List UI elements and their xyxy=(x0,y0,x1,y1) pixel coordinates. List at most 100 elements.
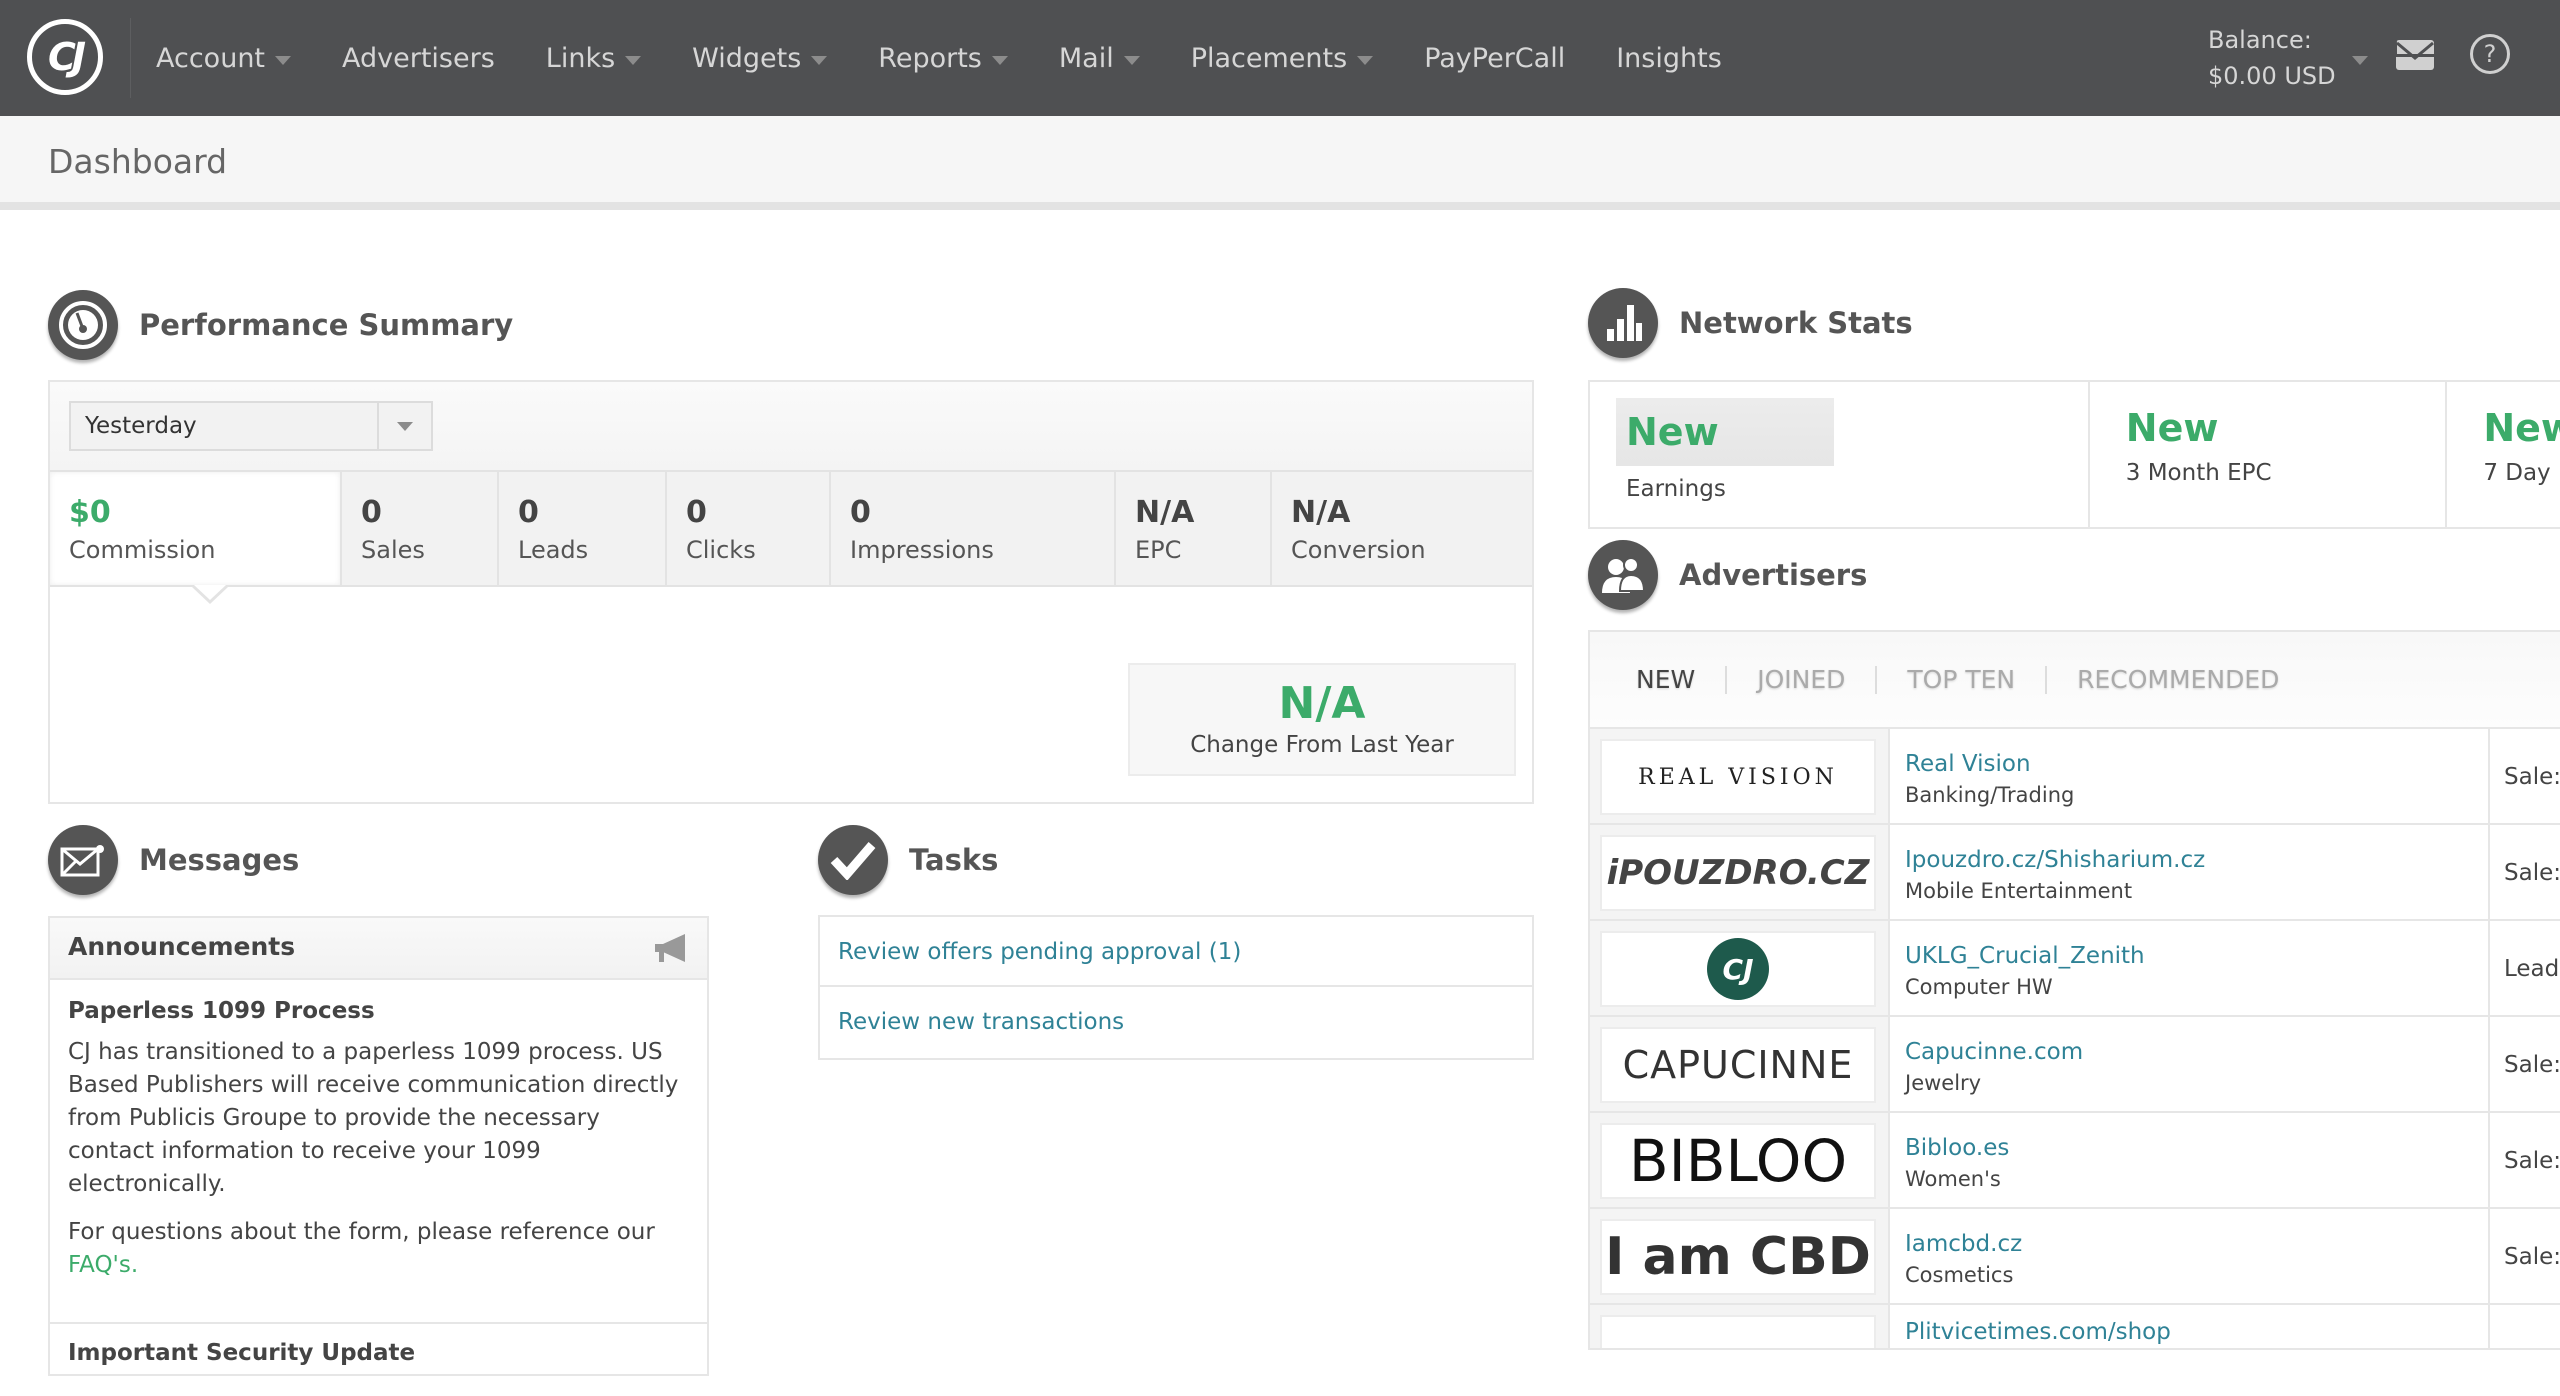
advertiser-tabs: NEW JOINED TOP TEN RECOMMENDED xyxy=(1590,632,2560,729)
change-value: N/A xyxy=(1278,678,1366,729)
metric-impressions[interactable]: 0 Impressions xyxy=(831,472,1116,585)
advertiser-logo[interactable]: CJ xyxy=(1600,931,1876,1007)
metric-sales[interactable]: 0 Sales xyxy=(342,472,499,585)
metric-clicks[interactable]: 0 Clicks xyxy=(667,472,831,585)
network-stats-panel: New Earnings New 3 Month EPC New 7 Day xyxy=(1588,380,2560,529)
metric-conversion[interactable]: N/A Conversion xyxy=(1272,472,1532,585)
tasks-panel: Review offers pending approval (1) Revie… xyxy=(818,915,1534,1060)
envelope-icon xyxy=(48,825,118,895)
metrics-row: $0 Commission 0 Sales 0 Leads 0 Clicks 0… xyxy=(50,470,1532,587)
advertiser-logo[interactable]: BIBLOO xyxy=(1600,1123,1876,1199)
advertiser-category: Mobile Entertainment xyxy=(1905,879,2133,903)
commission-type: Sale: xyxy=(2504,764,2560,790)
metric-leads[interactable]: 0 Leads xyxy=(499,472,667,585)
logo-text: BIBLOO xyxy=(1628,1127,1848,1195)
balance-dropdown[interactable]: Balance: $0.00 USD xyxy=(2208,22,2336,94)
messages-header: Messages xyxy=(48,825,299,895)
announcement-list: Paperless 1099 Process CJ has transition… xyxy=(50,980,707,1396)
help-icon[interactable]: ? xyxy=(2470,34,2510,74)
faq-link[interactable]: FAQ's. xyxy=(68,1252,138,1278)
advertiser-info: Ipouzdro.cz/Shisharium.cz Mobile Entertai… xyxy=(1890,825,2490,919)
advertiser-info: Capucinne.com Jewelry xyxy=(1890,1017,2490,1111)
advertiser-info: Real Vision Banking/Trading xyxy=(1890,729,2490,823)
stat-7-day: New 7 Day xyxy=(2447,382,2560,527)
tab-divider xyxy=(1725,665,1728,694)
advertiser-info: UKLG_Crucial_Zenith Computer HW xyxy=(1890,921,2490,1015)
page-header: Dashboard xyxy=(0,116,2560,210)
section-title: Messages xyxy=(139,843,300,877)
tab-new[interactable]: NEW xyxy=(1636,665,1695,694)
metric-commission[interactable]: $0 Commission xyxy=(50,472,342,585)
metric-epc[interactable]: N/A EPC xyxy=(1116,472,1272,585)
announcement-title: Important Security Update xyxy=(68,1340,416,1366)
tab-divider xyxy=(1875,665,1878,694)
nav-label: PayPerCall xyxy=(1424,42,1566,74)
commission-type: Lead: xyxy=(2504,956,2560,982)
top-navbar: CJ Account Advertisers Links Widgets Rep… xyxy=(0,0,2560,116)
caret-down-icon[interactable] xyxy=(2352,56,2368,65)
advertiser-name-link[interactable]: Plitvicetimes.com/shop xyxy=(1905,1317,2488,1347)
announcements-header: Announcements xyxy=(50,918,707,980)
stat-label: 3 Month EPC xyxy=(2125,460,2272,486)
nav-menu: Account Advertisers Links Widgets Report… xyxy=(156,0,1773,116)
advertiser-name-link[interactable]: Capucinne.com xyxy=(1905,1037,2488,1067)
balance-label: Balance: xyxy=(2208,26,2312,54)
announcement-text: For questions about the form, please ref… xyxy=(68,1219,655,1245)
checkmark-icon xyxy=(818,825,888,895)
metric-value: $0 xyxy=(69,495,111,530)
metric-value: N/A xyxy=(1291,495,1351,530)
advertiser-logo[interactable]: REAL VISION xyxy=(1600,739,1876,815)
tab-joined[interactable]: JOINED xyxy=(1757,665,1845,694)
metric-value: 0 xyxy=(518,495,539,530)
bar-chart-icon xyxy=(1588,288,1658,358)
select-toggle[interactable] xyxy=(377,403,431,449)
nav-label: Insights xyxy=(1616,42,1722,74)
advertiser-logo[interactable] xyxy=(1600,1315,1876,1348)
advertiser-logo-cell: CJ xyxy=(1590,921,1890,1015)
task-review-transactions[interactable]: Review new transactions xyxy=(820,987,1532,1057)
period-select[interactable]: Yesterday xyxy=(69,401,433,451)
tab-recommended[interactable]: RECOMMENDED xyxy=(2077,665,2279,694)
tab-top-ten[interactable]: TOP TEN xyxy=(1907,665,2015,694)
metric-label: Sales xyxy=(361,536,425,564)
advertiser-logo[interactable]: CAPUCINNE xyxy=(1600,1027,1876,1103)
change-label: Change From Last Year xyxy=(1190,732,1454,758)
advertiser-logo-cell: iPOUZDRO.CZ xyxy=(1590,825,1890,919)
mail-icon[interactable] xyxy=(2396,40,2434,70)
nav-paypercall[interactable]: PayPerCall xyxy=(1424,43,1565,74)
nav-mail[interactable]: Mail xyxy=(1059,43,1140,74)
metric-value: 0 xyxy=(686,495,707,530)
divider xyxy=(130,18,131,98)
logo-text: REAL VISION xyxy=(1638,764,1838,790)
stat-value: New xyxy=(2483,406,2560,450)
advertiser-logo[interactable]: I am CBD xyxy=(1600,1219,1876,1295)
nav-insights[interactable]: Insights xyxy=(1616,43,1722,74)
period-value: Yesterday xyxy=(85,413,197,439)
nav-placements[interactable]: Placements xyxy=(1191,43,1374,74)
advertiser-row: Plitvicetimes.com/shop xyxy=(1590,1305,2560,1348)
nav-account[interactable]: Account xyxy=(156,43,292,74)
section-title: Advertisers xyxy=(1679,558,1868,592)
advertiser-logo[interactable]: iPOUZDRO.CZ xyxy=(1600,835,1876,911)
cj-logo[interactable]: CJ xyxy=(27,19,103,95)
advertiser-name-link[interactable]: Ipouzdro.cz/Shisharium.cz xyxy=(1905,845,2488,875)
task-review-offers[interactable]: Review offers pending approval (1) xyxy=(820,917,1532,987)
advertiser-name-link[interactable]: Iamcbd.cz xyxy=(1905,1229,2488,1259)
advertiser-logo-cell: BIBLOO xyxy=(1590,1113,1890,1207)
tab-divider xyxy=(2045,665,2048,694)
nav-widgets[interactable]: Widgets xyxy=(692,43,828,74)
section-title: Network Stats xyxy=(1679,306,1913,340)
nav-links[interactable]: Links xyxy=(545,42,642,74)
stat-value: New xyxy=(2125,406,2219,450)
announcement-item: Important Security Update xyxy=(50,1322,707,1366)
advertiser-name-link[interactable]: Bibloo.es xyxy=(1905,1133,2488,1163)
megaphone-icon xyxy=(655,934,685,962)
nav-reports[interactable]: Reports xyxy=(878,43,1008,74)
nav-label: Links xyxy=(545,42,616,74)
advertiser-name-link[interactable]: Real Vision xyxy=(1905,749,2488,779)
page-title: Dashboard xyxy=(48,142,228,181)
logo-text: CAPUCINNE xyxy=(1622,1043,1854,1087)
advertiser-name-link[interactable]: UKLG_Crucial_Zenith xyxy=(1905,941,2488,971)
nav-label: Advertisers xyxy=(342,42,495,74)
nav-advertisers[interactable]: Advertisers xyxy=(342,43,495,74)
